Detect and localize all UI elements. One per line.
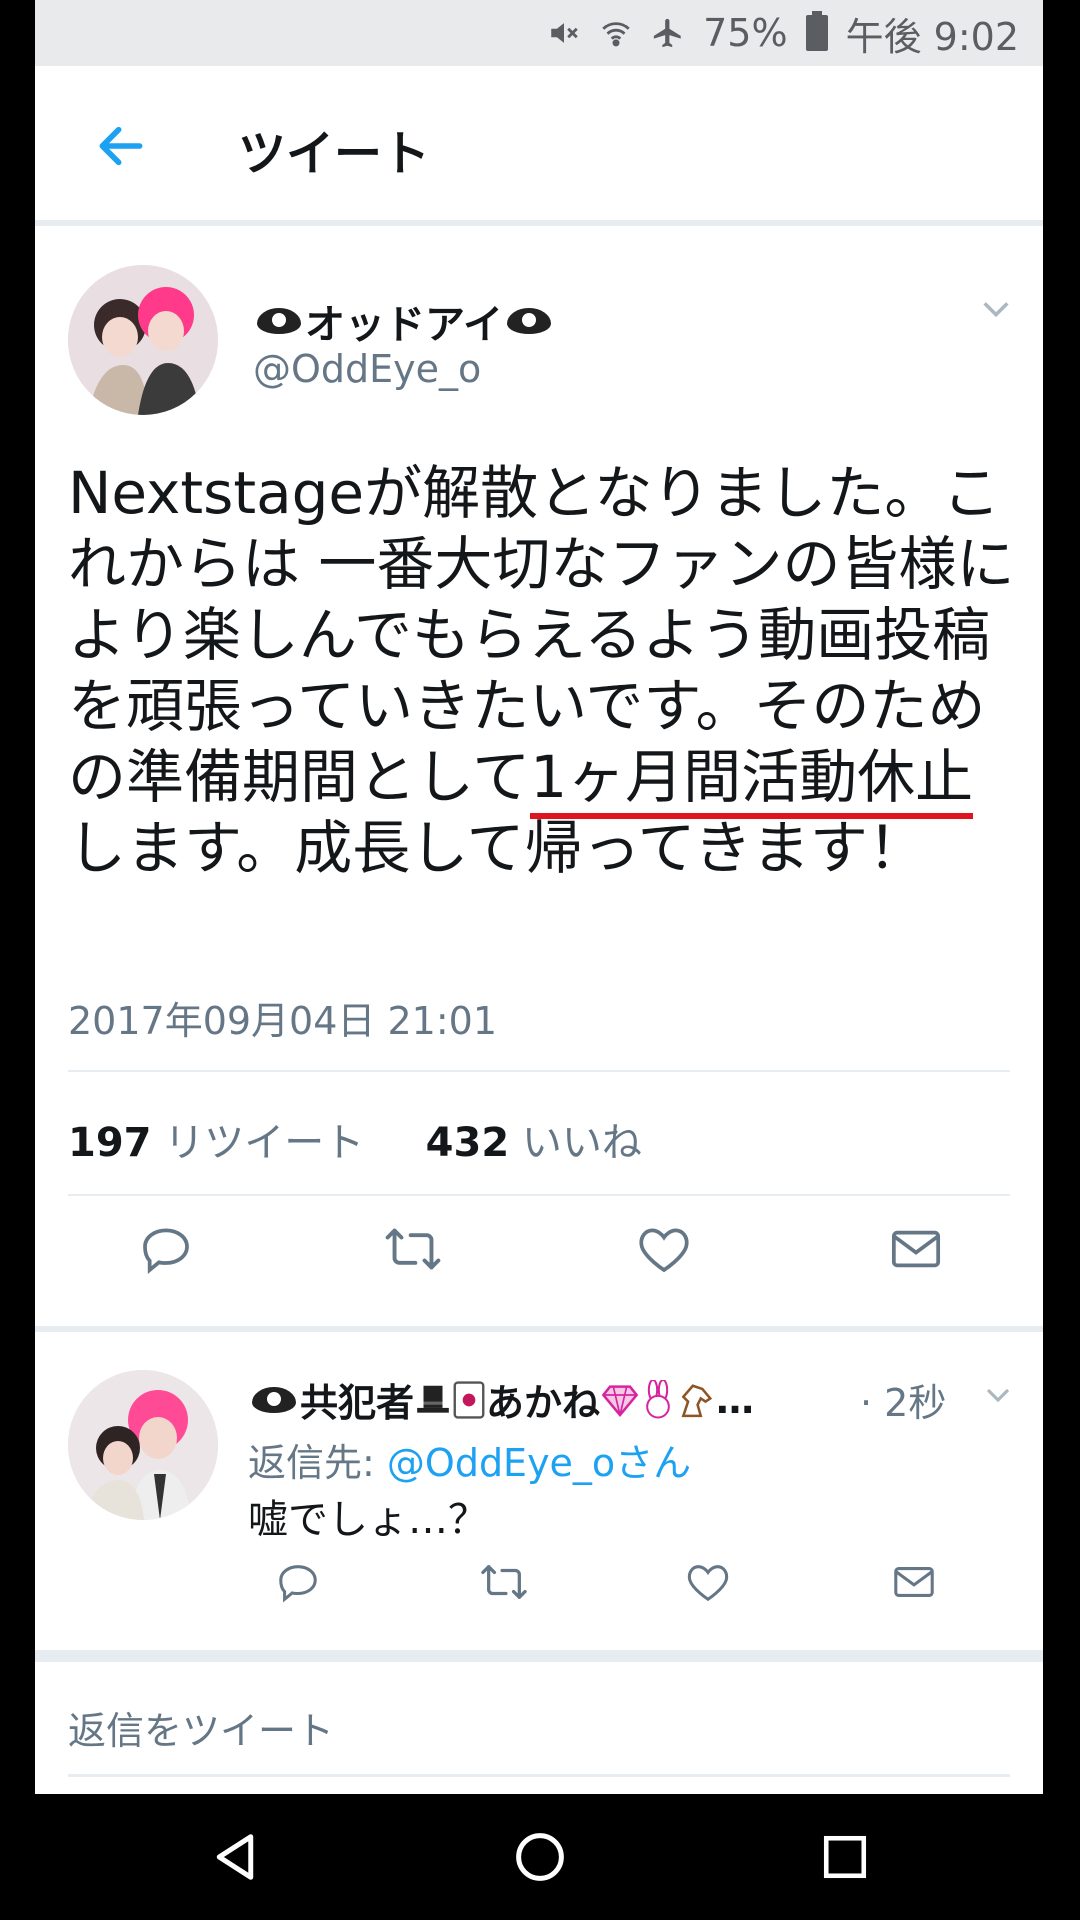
envelope-icon xyxy=(894,1567,934,1597)
reply-tweet[interactable]: 共犯者 あかね … · 2秒 返信先: @OddEye_oさん 嘘でしょ…？ xyxy=(35,1332,1043,1640)
square-recents-icon xyxy=(823,1835,867,1879)
tweet-menu-button[interactable] xyxy=(979,292,1013,330)
reply-menu-button[interactable] xyxy=(983,1380,1013,1414)
eye-emoji-icon xyxy=(507,308,551,334)
reply-text: 嘘でしょ…？ xyxy=(248,1497,488,1543)
battery-icon xyxy=(805,11,828,51)
reply-composer[interactable]: 返信をツイート xyxy=(68,1700,334,1755)
retweet-button[interactable] xyxy=(381,1217,445,1281)
gem-icon xyxy=(601,1384,639,1417)
reply-to-handle[interactable]: @OddEye_oさん xyxy=(387,1441,691,1485)
circle-home-icon xyxy=(516,1833,564,1881)
reply-display-name[interactable]: 共犯者 あかね … xyxy=(248,1372,754,1427)
heart-icon xyxy=(687,1565,729,1602)
reply-actions xyxy=(35,1557,1043,1617)
timestamp[interactable]: 2017年09月04日 21:01 xyxy=(68,990,497,1045)
clock: 午後 9:02 xyxy=(845,14,1019,59)
back-button[interactable] xyxy=(85,110,157,182)
reply-button[interactable] xyxy=(134,1217,198,1281)
wifi-icon xyxy=(599,16,633,50)
playing-card-icon xyxy=(453,1380,485,1419)
like-stat[interactable]: 432 いいね xyxy=(426,1120,642,1166)
heart-icon xyxy=(639,1228,689,1273)
like-button[interactable] xyxy=(632,1217,696,1281)
reply-icon xyxy=(143,1228,189,1274)
divider xyxy=(68,1070,1010,1072)
page-title: ツイート xyxy=(238,126,431,182)
avatar[interactable] xyxy=(68,265,218,415)
divider xyxy=(68,1194,1010,1196)
reply-dm-button[interactable] xyxy=(889,1557,939,1607)
back-arrow-icon xyxy=(99,126,143,166)
chevron-down-icon xyxy=(983,302,1009,318)
app-bar: ツイート xyxy=(35,66,1043,226)
status-bar: 75% 午後 9:02 xyxy=(35,0,1043,66)
retweet-icon xyxy=(385,1228,441,1270)
chevron-down-icon xyxy=(986,1388,1010,1403)
airplane-icon xyxy=(651,16,685,50)
section-divider xyxy=(35,1650,1043,1662)
top-hat-icon xyxy=(417,1385,449,1413)
reply-reply-button[interactable] xyxy=(273,1557,323,1607)
nav-recents-button[interactable] xyxy=(815,1827,875,1887)
reply-like-button[interactable] xyxy=(683,1557,733,1607)
composer-underline xyxy=(68,1774,1010,1777)
envelope-icon xyxy=(891,1230,941,1268)
share-dm-button[interactable] xyxy=(884,1217,948,1281)
tweet-text: Nextstageが解散となりました。これからは 一番大切なファンの皆様に より… xyxy=(68,459,1015,882)
tweet-stats: 197 リツイート 432 いいね xyxy=(68,1110,642,1168)
underlined-text: 1ヶ月間活動休止 xyxy=(530,743,974,819)
mute-icon xyxy=(547,16,581,50)
horse-icon xyxy=(681,1383,713,1417)
user-handle[interactable]: @OddEye_o xyxy=(253,347,481,391)
screen: 75% 午後 9:02 ツイート オッドアイ @OddEye_o Nextsta… xyxy=(35,0,1043,1794)
nav-back-button[interactable] xyxy=(205,1827,265,1887)
rabbit-icon xyxy=(646,1379,670,1418)
reply-time: · 2秒 xyxy=(860,1381,947,1425)
android-nav-bar xyxy=(0,1794,1080,1920)
reply-to: 返信先: @OddEye_oさん xyxy=(248,1441,692,1485)
display-name[interactable]: オッドアイ xyxy=(253,292,555,350)
tweet-actions xyxy=(35,1217,1043,1313)
eye-emoji-icon xyxy=(257,308,301,334)
battery-percent: 75% xyxy=(703,11,788,55)
retweet-icon xyxy=(481,1565,527,1599)
reply-avatar[interactable] xyxy=(68,1370,218,1520)
nav-home-button[interactable] xyxy=(510,1827,570,1887)
triangle-back-icon xyxy=(216,1834,254,1880)
eye-emoji-icon xyxy=(252,1386,296,1413)
reply-retweet-button[interactable] xyxy=(477,1557,531,1607)
retweet-stat[interactable]: 197 リツイート xyxy=(68,1120,364,1166)
reply-icon xyxy=(279,1565,317,1603)
